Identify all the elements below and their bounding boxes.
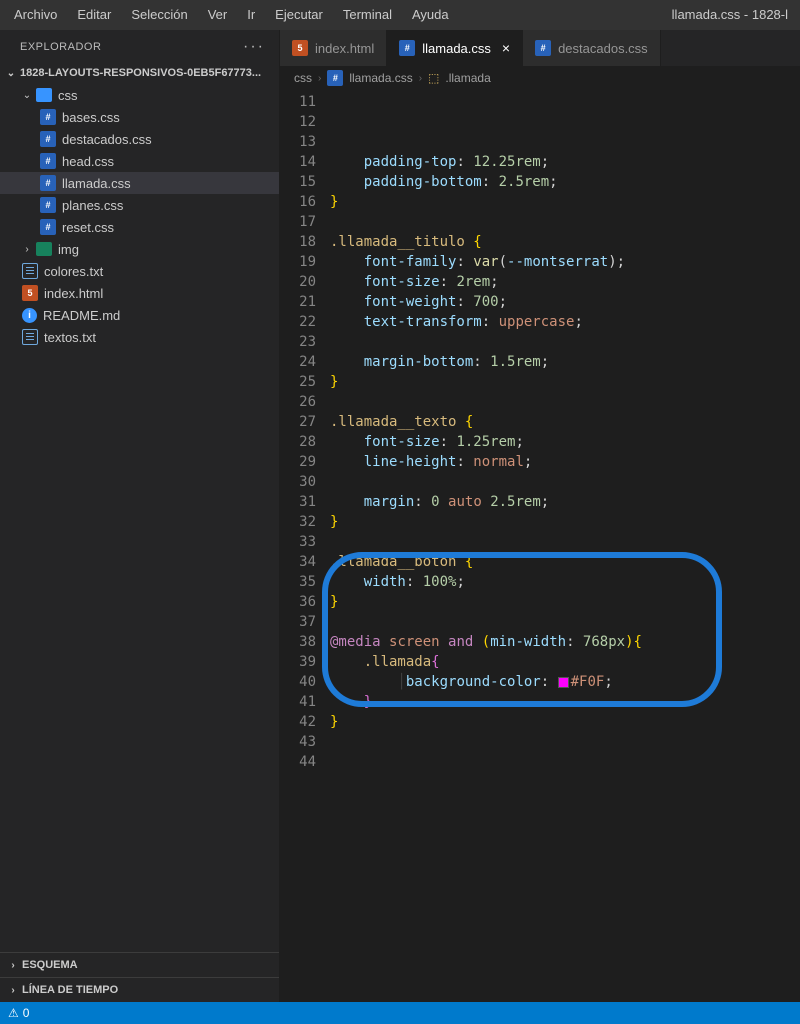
- statusbar: 0: [0, 1002, 800, 1024]
- chevron-right-icon: ›: [419, 73, 422, 84]
- warning-count[interactable]: 0: [8, 1006, 29, 1020]
- info-icon: i: [22, 308, 37, 323]
- tab-destacados.css[interactable]: #destacados.css: [523, 30, 661, 66]
- css-icon: #: [40, 175, 56, 191]
- menu-item[interactable]: Terminal: [333, 0, 402, 30]
- line-numbers: 1112131415161718192021222324252627282930…: [280, 90, 330, 1002]
- tab-bar: 5index.html#llamada.css×#destacados.css: [280, 30, 800, 66]
- css-icon: #: [327, 70, 343, 86]
- breadcrumbs[interactable]: css › # llamada.css › ⬚ .llamada: [280, 66, 800, 90]
- css-icon: #: [40, 197, 56, 213]
- file-icon: [22, 329, 38, 345]
- file-colores.txt[interactable]: colores.txt: [0, 260, 279, 282]
- project-root[interactable]: ⌄ 1828-LAYOUTS-RESPONSIVOS-0EB5F67773...: [0, 64, 279, 82]
- code-content[interactable]: padding-top: 12.25rem; padding-bottom: 2…: [330, 90, 800, 1002]
- code-editor[interactable]: 1112131415161718192021222324252627282930…: [280, 90, 800, 1002]
- file-reset.css[interactable]: #reset.css: [0, 216, 279, 238]
- sidebar: EXPLORADOR ··· ⌄ 1828-LAYOUTS-RESPONSIVO…: [0, 30, 280, 1002]
- file-llamada.css[interactable]: #llamada.css: [0, 172, 279, 194]
- file-index.html[interactable]: 5index.html: [0, 282, 279, 304]
- window-title: llamada.css - 1828-l: [672, 0, 796, 30]
- class-icon: ⬚: [428, 71, 439, 85]
- menu-item[interactable]: Ejecutar: [265, 0, 333, 30]
- folder-icon: [36, 242, 52, 256]
- explorer-title: EXPLORADOR: [20, 41, 101, 53]
- more-icon[interactable]: ···: [243, 38, 265, 56]
- css-icon: #: [40, 219, 56, 235]
- menubar: ArchivoEditarSelecciónVerIrEjecutarTermi…: [0, 0, 800, 30]
- outline-section[interactable]: › ESQUEMA: [0, 952, 279, 977]
- chevron-right-icon: ›: [8, 960, 18, 971]
- css-icon: #: [40, 153, 56, 169]
- chevron-down-icon: ⌄: [22, 90, 32, 101]
- folder-css[interactable]: ⌄css: [0, 84, 279, 106]
- chevron-down-icon: ⌄: [6, 68, 16, 79]
- editor-area: 5index.html#llamada.css×#destacados.css …: [280, 30, 800, 1002]
- folder-icon: [36, 88, 52, 102]
- chevron-right-icon: ›: [8, 985, 18, 996]
- chevron-right-icon: ›: [318, 73, 321, 84]
- folder-img[interactable]: ›img: [0, 238, 279, 260]
- file-planes.css[interactable]: #planes.css: [0, 194, 279, 216]
- menu-item[interactable]: Ir: [237, 0, 265, 30]
- tab-index.html[interactable]: 5index.html: [280, 30, 387, 66]
- menu-item[interactable]: Editar: [67, 0, 121, 30]
- css-icon: #: [40, 131, 56, 147]
- file-textos.txt[interactable]: textos.txt: [0, 326, 279, 348]
- close-icon[interactable]: ×: [502, 40, 510, 56]
- file-README.md[interactable]: iREADME.md: [0, 304, 279, 326]
- timeline-section[interactable]: › LÍNEA DE TIEMPO: [0, 977, 279, 1002]
- menu-item[interactable]: Ver: [198, 0, 238, 30]
- file-destacados.css[interactable]: #destacados.css: [0, 128, 279, 150]
- file-bases.css[interactable]: #bases.css: [0, 106, 279, 128]
- chevron-right-icon: ›: [22, 244, 32, 255]
- file-head.css[interactable]: #head.css: [0, 150, 279, 172]
- menu-item[interactable]: Archivo: [4, 0, 67, 30]
- css-icon: #: [399, 40, 415, 56]
- menu-item[interactable]: Ayuda: [402, 0, 459, 30]
- tab-llamada.css[interactable]: #llamada.css×: [387, 30, 523, 66]
- html-icon: 5: [292, 40, 308, 56]
- file-icon: [22, 263, 38, 279]
- menu-item[interactable]: Selección: [121, 0, 197, 30]
- css-icon: #: [535, 40, 551, 56]
- css-icon: #: [40, 109, 56, 125]
- html-icon: 5: [22, 285, 38, 301]
